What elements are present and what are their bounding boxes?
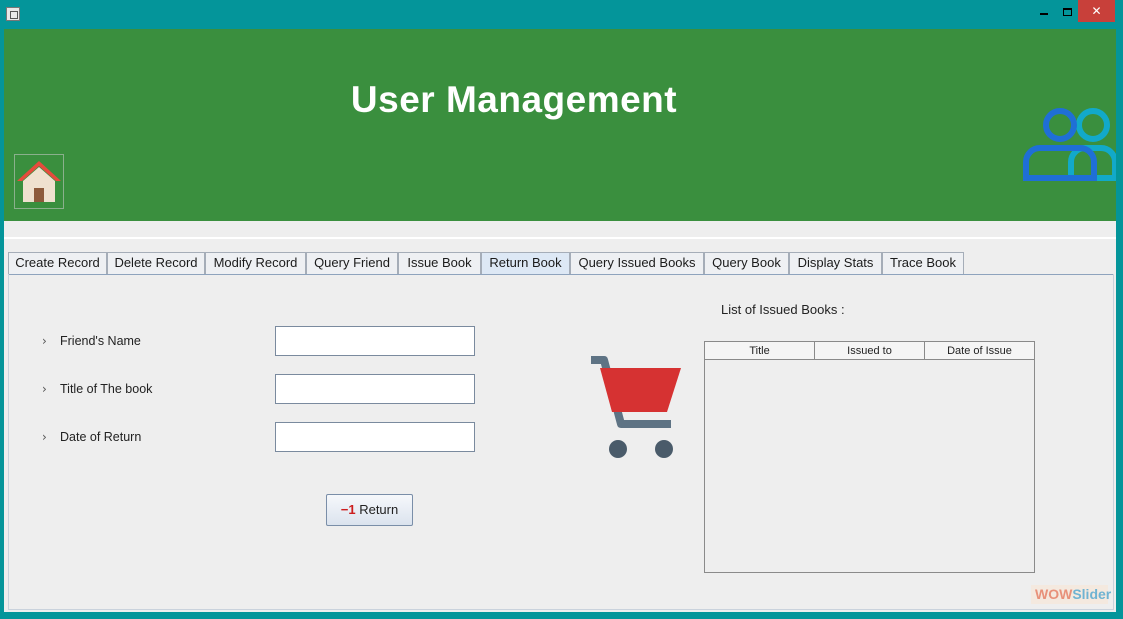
return-date-label: Date of Return bbox=[60, 430, 142, 444]
chevron-right-icon: › bbox=[42, 382, 47, 396]
tab-return-book[interactable]: Return Book bbox=[481, 252, 570, 274]
tab-issue-book[interactable]: Issue Book bbox=[398, 252, 481, 274]
return-date-input[interactable] bbox=[275, 422, 475, 452]
chevron-right-icon: › bbox=[42, 430, 47, 444]
tab-query-book[interactable]: Query Book bbox=[704, 252, 789, 274]
close-icon: ✕ bbox=[1091, 4, 1102, 18]
main-window-content: User Management Create Record Delete Rec… bbox=[4, 29, 1116, 612]
maximize-button[interactable] bbox=[1056, 0, 1078, 22]
issued-books-label: List of Issued Books : bbox=[721, 302, 845, 317]
tab-delete-record[interactable]: Delete Record bbox=[107, 252, 205, 274]
wowslider-watermark: WOWSlider bbox=[1031, 585, 1111, 604]
page-title: User Management bbox=[350, 79, 678, 120]
tab-trace-book[interactable]: Trace Book bbox=[882, 252, 964, 274]
friend-name-label: Friend's Name bbox=[60, 334, 141, 348]
return-button[interactable]: −1 Return bbox=[326, 494, 413, 526]
header-divider bbox=[4, 237, 1116, 239]
shopping-cart-icon bbox=[591, 356, 681, 458]
tab-query-issued-books[interactable]: Query Issued Books bbox=[570, 252, 704, 274]
book-title-label: Title of The book bbox=[60, 382, 153, 396]
return-button-label: Return bbox=[359, 502, 399, 517]
home-button[interactable] bbox=[14, 154, 64, 209]
tab-query-friend[interactable]: Query Friend bbox=[306, 252, 398, 274]
users-icon bbox=[1023, 108, 1116, 181]
friend-name-input[interactable] bbox=[275, 326, 475, 356]
chevron-right-icon: › bbox=[42, 334, 47, 348]
table-header: Title Issued to Date of Issue bbox=[705, 342, 1034, 360]
issued-books-table[interactable]: Title Issued to Date of Issue bbox=[704, 341, 1035, 573]
window-title-bar: ✕ bbox=[0, 0, 1123, 28]
column-header-issued-to[interactable]: Issued to bbox=[815, 342, 925, 360]
column-header-date-of-issue[interactable]: Date of Issue bbox=[925, 342, 1034, 360]
home-icon bbox=[17, 161, 61, 202]
column-header-title[interactable]: Title bbox=[705, 342, 815, 360]
tab-modify-record[interactable]: Modify Record bbox=[205, 252, 306, 274]
book-title-input[interactable] bbox=[275, 374, 475, 404]
header-banner: User Management bbox=[4, 29, 1116, 221]
minimize-icon bbox=[1040, 12, 1048, 15]
minus-one-icon: −1 bbox=[340, 502, 356, 517]
tab-display-stats[interactable]: Display Stats bbox=[789, 252, 882, 274]
tab-create-record[interactable]: Create Record bbox=[8, 252, 107, 274]
java-app-icon bbox=[6, 7, 20, 21]
close-button[interactable]: ✕ bbox=[1078, 0, 1115, 22]
minimize-button[interactable] bbox=[1033, 0, 1055, 22]
maximize-icon bbox=[1062, 7, 1072, 16]
